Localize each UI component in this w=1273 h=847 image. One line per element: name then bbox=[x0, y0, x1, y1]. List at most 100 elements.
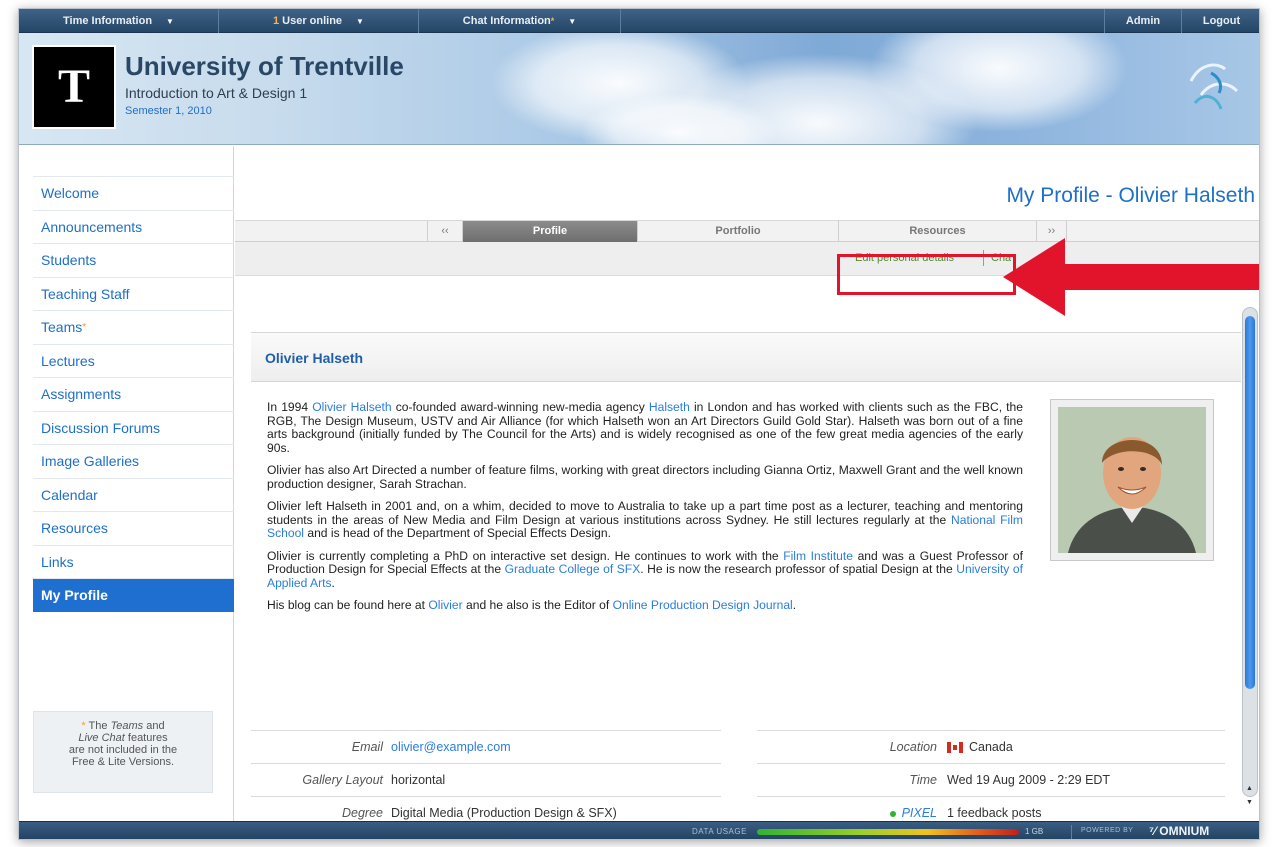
bio-text: and he also is the Editor of bbox=[462, 598, 613, 612]
profile-bio: In 1994 Olivier Halseth co-founded award… bbox=[267, 400, 1023, 622]
note-text: are not included in the bbox=[68, 744, 178, 756]
note-text: The bbox=[88, 720, 108, 732]
sidebar-item-image-galleries[interactable]: Image Galleries bbox=[33, 444, 234, 478]
detail-row-degree: Degree Digital Media (Production Design … bbox=[251, 796, 721, 821]
bio-link-graduate-college[interactable]: Graduate College of SFX bbox=[505, 562, 641, 576]
bio-link-blog[interactable]: Olivier bbox=[428, 598, 462, 612]
admin-link[interactable]: Admin bbox=[1104, 9, 1182, 33]
sidebar-item-label: Calendar bbox=[41, 486, 98, 503]
site-header: T University of Trentville Introduction … bbox=[19, 33, 1259, 145]
sidebar: Welcome Announcements Students Teaching … bbox=[19, 146, 234, 821]
time-label: Time bbox=[909, 773, 937, 787]
sidebar-item-label: Teams bbox=[41, 319, 83, 335]
chevron-down-icon: ▼ bbox=[166, 17, 174, 26]
bio-text: Olivier left Halseth in 2001 and, on a w… bbox=[267, 499, 1023, 527]
scroll-up-icon[interactable]: ▲ bbox=[1246, 785, 1253, 792]
tabs-prev-button[interactable]: ‹‹ bbox=[427, 221, 463, 242]
gallery-layout-label: Gallery Layout bbox=[302, 773, 383, 787]
sidebar-item-label: Links bbox=[41, 553, 74, 570]
scrollbar-thumb[interactable] bbox=[1245, 316, 1255, 689]
time-information-menu[interactable]: Time Information ▼ bbox=[19, 9, 219, 33]
email-link[interactable]: olivier@example.com bbox=[391, 731, 511, 764]
bio-link-halseth[interactable]: Halseth bbox=[649, 400, 690, 414]
course-title: Introduction to Art & Design 1 bbox=[125, 85, 308, 101]
sidebar-item-label: Image Galleries bbox=[41, 453, 140, 469]
bio-link-film-institute[interactable]: Film Institute bbox=[783, 549, 853, 563]
sidebar-item-students[interactable]: Students bbox=[33, 243, 234, 277]
status-dot-icon bbox=[889, 810, 896, 817]
star-icon: * bbox=[550, 16, 555, 26]
bio-text: co-founded award-winning new-media agenc… bbox=[391, 400, 649, 414]
sidebar-item-links[interactable]: Links bbox=[33, 544, 234, 579]
sidebar-item-assignments[interactable]: Assignments bbox=[33, 377, 234, 411]
profile-photo bbox=[1058, 407, 1206, 553]
logout-link[interactable]: Logout bbox=[1182, 9, 1259, 33]
note-text: and bbox=[146, 720, 165, 732]
tab-profile[interactable]: Profile bbox=[463, 221, 638, 242]
data-usage-label: DATA USAGE bbox=[692, 827, 747, 836]
gallery-layout-value: horizontal bbox=[391, 773, 446, 787]
powered-by-label: POWERED BY bbox=[1081, 827, 1134, 834]
bio-paragraph: Olivier left Halseth in 2001 and, on a w… bbox=[267, 499, 1023, 541]
detail-row-email: Email olivier@example.com bbox=[251, 730, 721, 763]
tab-portfolio[interactable]: Portfolio bbox=[638, 221, 839, 242]
sidebar-item-label: My Profile bbox=[41, 587, 108, 603]
profile-name: Olivier Halseth bbox=[265, 350, 364, 366]
time-value: Wed 19 Aug 2009 - 2:29 EDT bbox=[947, 773, 1111, 787]
sidebar-item-label: Students bbox=[41, 252, 97, 268]
bio-text: . bbox=[331, 575, 335, 590]
sidebar-item-teaching-staff[interactable]: Teaching Staff bbox=[33, 276, 234, 311]
semester-label: Semester 1, 2010 bbox=[125, 105, 212, 117]
sidebar-item-label: Lectures bbox=[41, 352, 95, 369]
sidebar-item-welcome[interactable]: Welcome bbox=[33, 176, 234, 210]
bio-text: Olivier is currently completing a PhD on… bbox=[267, 548, 784, 563]
sidebar-item-announcements[interactable]: Announcements bbox=[33, 209, 234, 244]
omnium-brand: OMNIUM bbox=[1159, 824, 1210, 838]
users-online-label: User online bbox=[282, 15, 343, 27]
swirl-logo-icon bbox=[1189, 63, 1239, 110]
note-text: Teams bbox=[110, 720, 144, 732]
detail-row-time: Time Wed 19 Aug 2009 - 2:29 EDT bbox=[757, 763, 1225, 796]
location-text: Canada bbox=[969, 740, 1013, 754]
omnium-mark-icon: ⁷⁄ bbox=[1149, 824, 1160, 838]
sidebar-item-label: Assignments bbox=[41, 386, 122, 402]
star-icon: * bbox=[81, 720, 86, 732]
note-text: Live Chat bbox=[78, 732, 125, 744]
top-bar: Time Information ▼ 1 User online ▼ Chat Inf… bbox=[19, 9, 1259, 33]
university-logo: T bbox=[32, 45, 116, 129]
bio-text: and is head of the Department of Special… bbox=[303, 526, 611, 540]
bio-text: . bbox=[792, 598, 797, 612]
location-label: Location bbox=[889, 740, 937, 754]
sidebar-item-lectures[interactable]: Lectures bbox=[33, 343, 234, 378]
omnium-logo: ⁷⁄ OMNIUM bbox=[1149, 824, 1209, 838]
app-window: Time Information ▼ 1 User online ▼ Chat Inf… bbox=[18, 8, 1260, 840]
chevron-down-icon: ▼ bbox=[356, 17, 364, 26]
chat-information-label: Chat Information bbox=[462, 15, 551, 27]
canada-flag-icon bbox=[947, 742, 963, 754]
sidebar-item-calendar[interactable]: Calendar bbox=[33, 477, 234, 512]
sidebar-item-discussion-forums[interactable]: Discussion Forums bbox=[33, 410, 234, 445]
profile-photo-frame bbox=[1050, 399, 1214, 561]
detail-row-gallery-layout: Gallery Layout horizontal bbox=[251, 763, 721, 796]
sidebar-item-label: Discussion Forums bbox=[41, 419, 161, 436]
users-online-menu[interactable]: 1 User online ▼ bbox=[219, 9, 419, 33]
bio-link-olivier-halseth[interactable]: Olivier Halseth bbox=[312, 400, 391, 414]
pixel-link[interactable]: PIXEL bbox=[902, 806, 937, 820]
chat-information-menu[interactable]: Chat Information* ▼ bbox=[419, 9, 621, 33]
detail-row-location: Location Canada bbox=[757, 730, 1225, 763]
bio-paragraph: In 1994 Olivier Halseth co-founded award… bbox=[267, 400, 1023, 455]
bio-link-journal[interactable]: Online Production Design Journal bbox=[613, 598, 793, 612]
degree-value: Digital Media (Production Design & SFX) bbox=[391, 806, 617, 820]
sidebar-item-my-profile[interactable]: My Profile bbox=[33, 578, 234, 612]
sidebar-item-teams[interactable]: Teams* bbox=[33, 310, 234, 344]
degree-label: Degree bbox=[342, 806, 383, 820]
sidebar-item-label: Resources bbox=[41, 520, 108, 536]
sidebar-item-resources[interactable]: Resources bbox=[33, 511, 234, 545]
bio-paragraph: His blog can be found here at Olivier an… bbox=[267, 598, 1023, 613]
bio-paragraph: Olivier is currently completing a PhD on… bbox=[267, 548, 1023, 591]
chevron-down-icon: ▼ bbox=[568, 17, 577, 26]
vertical-scrollbar[interactable] bbox=[1242, 307, 1258, 797]
scroll-down-icon[interactable]: ▼ bbox=[1246, 799, 1253, 806]
bio-text: His blog can be found here at bbox=[267, 598, 429, 612]
bio-text: . He is now the research professor of sp… bbox=[640, 562, 957, 576]
